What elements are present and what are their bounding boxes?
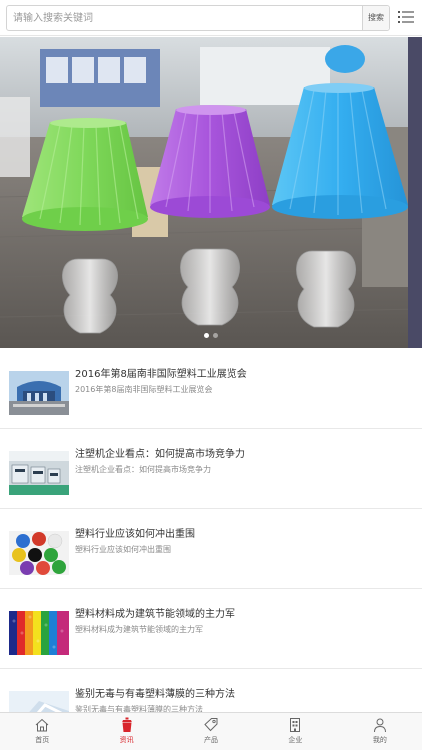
news-title[interactable]: 塑料材料成为建筑节能领域的主力军 [75, 605, 415, 620]
list-item[interactable]: 塑料材料成为建筑节能领域的主力军 塑料材料成为建筑节能领域的主力军 [0, 589, 422, 669]
list-item[interactable]: 2016年第8届南非国际塑料工业展览会 2016年第8届南非国际塑料工业展览会 [0, 349, 422, 429]
tab-label: 资讯 [119, 736, 134, 744]
news-icon [121, 717, 132, 732]
tab-home[interactable]: 首页 [0, 713, 84, 750]
thumbnail-plastic-pellets [9, 531, 69, 575]
news-title[interactable]: 2016年第8届南非国际塑料工业展览会 [75, 365, 415, 380]
search-input[interactable] [13, 6, 353, 30]
search-header: 搜索 [0, 0, 422, 36]
user-icon [373, 718, 386, 733]
search-button[interactable]: 搜索 [362, 6, 389, 30]
tab-label: 首页 [35, 736, 50, 744]
news-title[interactable]: 塑料行业应该如何冲出重围 [75, 525, 415, 540]
tab-label: 企业 [288, 736, 303, 744]
thumbnail-injection-machines [9, 451, 69, 495]
list-item[interactable]: 塑料行业应该如何冲出重围 塑料行业应该如何冲出重围 [0, 509, 422, 589]
news-summary: 塑料行业应该如何冲出重围 [75, 545, 171, 554]
thumbnail-colored-granules [9, 611, 69, 655]
home-icon [35, 718, 49, 732]
news-list: 2016年第8届南非国际塑料工业展览会 2016年第8届南非国际塑料工业展览会 [0, 349, 422, 749]
thumbnail-exhibition-hall [9, 371, 69, 415]
bottom-tab-bar: 首页 资讯 产品 企业 我的 [0, 712, 422, 750]
tab-mine[interactable]: 我的 [338, 713, 422, 750]
news-summary: 2016年第8届南非国际塑料工业展览会 [75, 385, 213, 394]
news-title[interactable]: 注塑机企业看点：如何提高市场竞争力 [75, 445, 415, 460]
news-page: 搜索 [0, 0, 422, 750]
tab-companies[interactable]: 企业 [253, 713, 337, 750]
banner-carousel[interactable] [0, 37, 422, 348]
tab-products[interactable]: 产品 [169, 713, 253, 750]
list-item[interactable]: 注塑机企业看点：如何提高市场竞争力 注塑机企业看点：如何提高市场竞争力 [0, 429, 422, 509]
tab-label: 产品 [204, 736, 219, 744]
news-summary: 注塑机企业看点：如何提高市场竞争力 [75, 465, 211, 474]
tab-label: 我的 [372, 736, 387, 744]
search-box: 搜索 [6, 5, 390, 31]
banner-image [0, 37, 422, 348]
carousel-dot[interactable] [204, 333, 209, 338]
tab-news[interactable]: 资讯 [84, 713, 168, 750]
tag-icon [204, 718, 218, 732]
list-menu-icon[interactable] [398, 9, 414, 25]
building-icon [290, 718, 301, 732]
carousel-indicator [0, 323, 422, 342]
carousel-dot[interactable] [213, 333, 218, 338]
news-summary: 塑料材料成为建筑节能领域的主力军 [75, 625, 203, 634]
news-title[interactable]: 鉴别无毒与有毒塑料薄膜的三种方法 [75, 685, 415, 700]
